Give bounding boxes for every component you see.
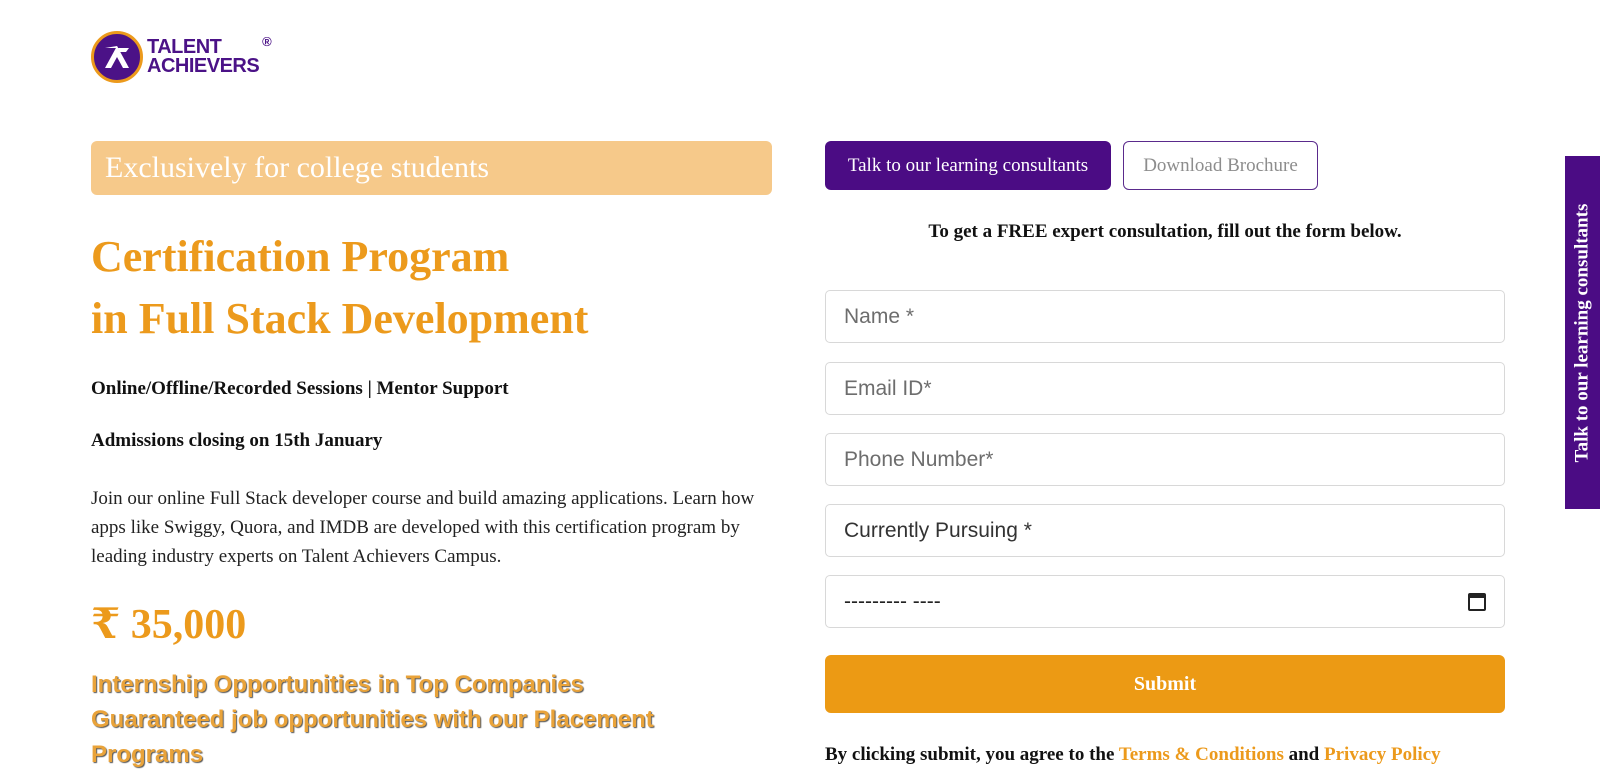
agreement-text: By clicking submit, you agree to the Ter… (825, 744, 1441, 766)
phone-input[interactable] (825, 433, 1505, 486)
form-heading: To get a FREE expert consultation, fill … (928, 221, 1402, 242)
date-input[interactable]: --------- ---- (825, 575, 1505, 628)
logo-line-2: ACHIEVERS (147, 55, 260, 77)
email-input[interactable] (825, 362, 1505, 415)
program-description: Join our online Full Stack developer cou… (91, 488, 755, 567)
admissions-deadline: Admissions closing on 15th January (91, 430, 383, 451)
side-consult-tab-label: Talk to our learning consultants (1571, 203, 1593, 462)
calendar-icon[interactable] (1468, 592, 1486, 611)
session-modes: Online/Offline/Recorded Sessions | Mento… (91, 378, 509, 399)
download-brochure-button[interactable]: Download Brochure (1123, 141, 1318, 190)
page-title-line-1: Certification Program (91, 232, 510, 281)
program-highlights: Internship Opportunities in Top Companie… (91, 667, 741, 772)
highlight-item: Internship Opportunities in Top Companie… (91, 671, 584, 698)
date-value: --------- ---- (844, 589, 941, 613)
program-price: ₹ 35,000 (91, 602, 247, 648)
talk-to-consultants-button[interactable]: Talk to our learning consultants (825, 141, 1111, 190)
page-title: Certification Program in Full Stack Deve… (91, 226, 588, 350)
name-input[interactable] (825, 290, 1505, 343)
audience-banner: Exclusively for college students (91, 141, 772, 195)
terms-link[interactable]: Terms & Conditions (1119, 744, 1284, 765)
agreement-and: and (1283, 744, 1324, 765)
logo-wordmark: TALENT ACHIEVERS ® (147, 34, 272, 77)
highlight-item: Guaranteed job opportunities with our Pl… (91, 706, 654, 768)
currently-pursuing-value: Currently Pursuing * (844, 518, 1032, 542)
side-consult-tab[interactable]: Talk to our learning consultants (1565, 156, 1600, 509)
agreement-prefix: By clicking submit, you agree to the (825, 744, 1119, 765)
registered-mark: ® (262, 34, 272, 49)
submit-button[interactable]: Submit (825, 655, 1505, 713)
logo-mark-icon (91, 31, 143, 83)
currently-pursuing-select[interactable]: Currently Pursuing * (825, 504, 1505, 557)
brand-logo[interactable]: TALENT ACHIEVERS ® (91, 30, 272, 84)
privacy-link[interactable]: Privacy Policy (1324, 744, 1441, 765)
page-title-line-2: in Full Stack Development (91, 294, 589, 343)
